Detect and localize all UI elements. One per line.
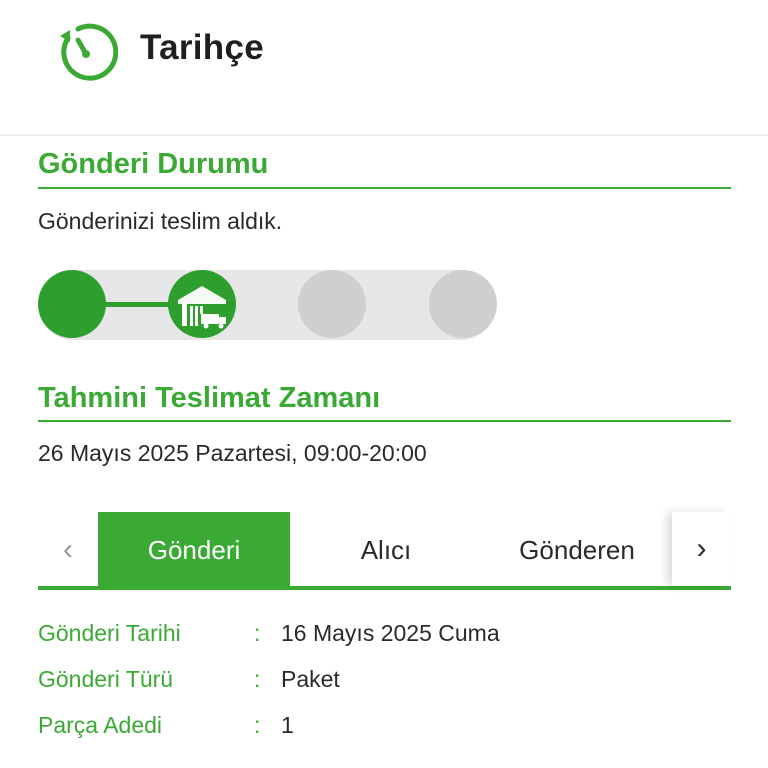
chevron-left-icon[interactable]: ‹	[48, 530, 88, 570]
shipment-history-page: Tarihçe Gönderi Durumu Gönderinizi tesli…	[0, 0, 768, 768]
detail-separator: :	[254, 712, 261, 738]
progress-step-1	[38, 270, 106, 338]
detail-label: Gönderi Tarihi	[38, 620, 181, 646]
detail-label: Gönderi Türü	[38, 666, 174, 692]
detail-value: 1	[281, 712, 294, 738]
tab-shipment[interactable]: Gönderi	[98, 512, 290, 586]
chevron-right-icon[interactable]: ›	[672, 512, 731, 586]
detail-label: Parça Adedi	[38, 712, 163, 738]
header: Tarihçe	[0, 0, 768, 136]
detail-separator: :	[254, 620, 261, 646]
estimated-delivery-value: 26 Mayıs 2025 Pazartesi, 09:00-20:00	[38, 440, 427, 466]
shipment-progress-tracker	[38, 270, 497, 340]
tab-sender[interactable]: Gönderen	[482, 512, 672, 586]
detail-value: 16 Mayıs 2025 Cuma	[281, 620, 500, 646]
page-title: Tarihçe	[140, 28, 265, 67]
tab-recipient[interactable]: Alıcı	[290, 512, 482, 586]
detail-row-shipment-type: Gönderi Türü : Paket	[38, 666, 731, 702]
estimated-delivery-heading: Tahmini Teslimat Zamanı	[38, 382, 731, 422]
shipment-status-heading: Gönderi Durumu	[38, 148, 731, 189]
history-timer-icon	[54, 20, 119, 84]
progress-step-4	[429, 270, 497, 338]
detail-separator: :	[254, 666, 261, 692]
detail-row-shipment-date: Gönderi Tarihi : 16 Mayıs 2025 Cuma	[38, 620, 731, 656]
shipment-status-message: Gönderinizi teslim aldık.	[38, 208, 283, 234]
progress-step-2	[168, 270, 236, 338]
warehouse-truck-icon	[178, 286, 226, 329]
progress-step-3	[298, 270, 366, 338]
detail-value: Paket	[281, 666, 340, 692]
detail-row-piece-count: Parça Adedi : 1	[38, 712, 731, 748]
detail-tabs: ‹ Gönderi Alıcı Gönderen ›	[38, 512, 731, 590]
